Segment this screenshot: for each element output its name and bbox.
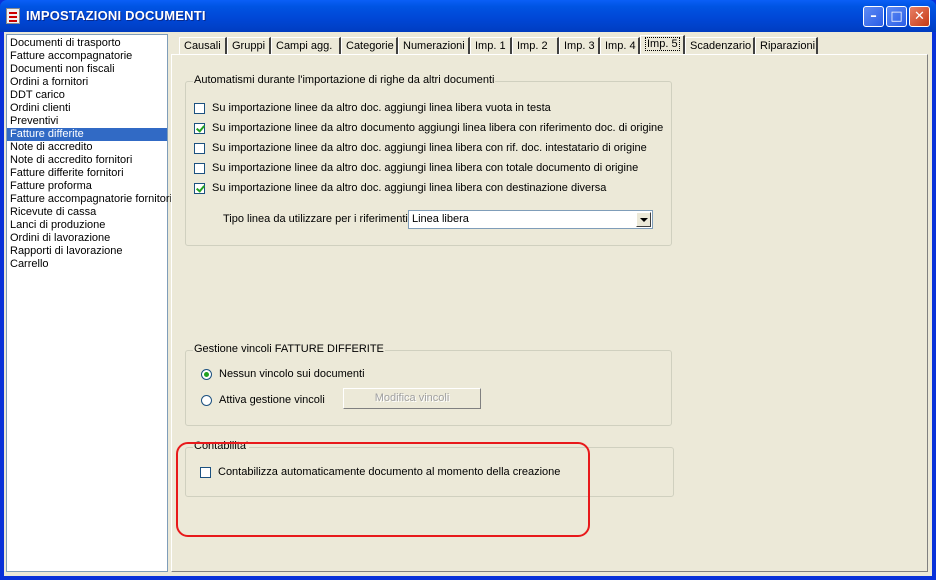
tab-label: Campi agg. (276, 40, 333, 52)
list-item[interactable]: Fatture differite (7, 128, 167, 141)
tab-label: Imp. 5 (645, 37, 680, 51)
list-item[interactable]: Note di accredito (7, 141, 167, 154)
tab-imp-1[interactable]: Imp. 1 (470, 37, 512, 54)
maximize-button[interactable]: □ (886, 6, 907, 27)
list-item[interactable]: Note di accredito fornitori (7, 154, 167, 167)
import-option-4[interactable]: Su importazione linee da altro doc. aggi… (194, 161, 638, 175)
document-type-list[interactable]: Documenti di trasporto Fatture accompagna… (6, 34, 172, 572)
tab-categorie[interactable]: Categorie (341, 37, 398, 54)
tab-label: Categorie (346, 40, 394, 52)
line-type-label: Tipo linea da utilizzare per i riferimen… (223, 213, 414, 225)
list-item[interactable]: Rapporti di lavorazione (7, 245, 167, 258)
list-item[interactable]: Ricevute di cassa (7, 206, 167, 219)
tab-page-imp5: Automatismi durante l'importazione di ri… (171, 54, 928, 572)
tab-riparazioni[interactable]: Riparazioni (755, 37, 818, 54)
tab-imp-2[interactable]: Imp. 2 (512, 37, 559, 54)
list-item[interactable]: Fatture accompagnatorie fornitori (7, 193, 172, 206)
list-item[interactable]: Fatture differite fornitori (7, 167, 167, 180)
tab-imp-3[interactable]: Imp. 3 (559, 37, 600, 54)
close-button[interactable]: ✕ (909, 6, 930, 27)
radio-no-constraints-label: Nessun vincolo sui documenti (219, 368, 365, 380)
tab-label: Scadenzario (690, 40, 752, 52)
tab-label: Causali (184, 40, 221, 52)
import-option-1[interactable]: Su importazione linee da altro doc. aggi… (194, 101, 551, 115)
tab-label: Imp. 3 (564, 40, 595, 52)
list-item[interactable]: Preventivi (7, 115, 167, 128)
tab-label: Imp. 1 (475, 40, 506, 52)
constraints-group: Gestione vincoli FATTURE DIFFERITE Nessu… (185, 343, 672, 426)
list-item[interactable]: Lanci di produzione (7, 219, 167, 232)
tab-label: Imp. 4 (605, 40, 636, 52)
list-item[interactable]: Ordini a fornitori (7, 76, 167, 89)
import-option-label: Su importazione linee da altro documento… (212, 122, 664, 134)
line-type-select[interactable]: Linea libera (408, 210, 653, 229)
import-option-checkbox[interactable] (194, 122, 205, 134)
list-item[interactable]: Ordini clienti (7, 102, 167, 115)
list-item[interactable]: Documenti di trasporto (7, 37, 167, 50)
app-icon (6, 8, 20, 24)
settings-pane: Causali Gruppi Campi agg. Categorie Numerazi… (171, 34, 928, 572)
list-item[interactable]: Fatture accompagnatorie (7, 50, 167, 63)
import-option-checkbox[interactable] (194, 102, 205, 114)
tab-campi-agg[interactable]: Campi agg. (271, 37, 341, 54)
radio-enable-constraints-label: Attiva gestione vincoli (219, 394, 325, 406)
settings-window: IMPOSTAZIONI DOCUMENTI – □ ✕ Documenti d… (0, 0, 936, 580)
tab-imp-5[interactable]: Imp. 5 (640, 35, 685, 54)
import-option-label: Su importazione linee da altro doc. aggi… (212, 102, 551, 114)
list-item[interactable]: DDT carico (7, 89, 167, 102)
import-option-checkbox[interactable] (194, 162, 205, 174)
tab-strip: Causali Gruppi Campi agg. Categorie Numerazi… (171, 34, 928, 54)
import-option-2[interactable]: Su importazione linee da altro documento… (194, 121, 663, 135)
import-option-3[interactable]: Su importazione linee da altro doc. aggi… (194, 141, 647, 155)
import-group-legend: Automatismi durante l'importazione di ri… (193, 74, 496, 86)
highlight-annotation (176, 442, 590, 537)
radio-enable-constraints[interactable]: Attiva gestione vincoli (201, 393, 325, 407)
import-option-label: Su importazione linee da altro doc. aggi… (212, 162, 639, 174)
tab-gruppi[interactable]: Gruppi (227, 37, 271, 54)
import-option-label: Su importazione linee da altro doc. aggi… (212, 182, 607, 194)
radio-no-constraints[interactable]: Nessun vincolo sui documenti (201, 367, 365, 381)
tab-label: Numerazioni (403, 40, 465, 52)
tab-scadenzario[interactable]: Scadenzario (685, 37, 755, 54)
import-option-5[interactable]: Su importazione linee da altro doc. aggi… (194, 181, 606, 195)
dropdown-arrow-icon[interactable] (636, 212, 651, 227)
list-item[interactable]: Fatture proforma (7, 180, 167, 193)
title-bar[interactable]: IMPOSTAZIONI DOCUMENTI – □ ✕ (0, 0, 936, 32)
window-title: IMPOSTAZIONI DOCUMENTI (26, 8, 206, 23)
radio-enable-constraints-indicator[interactable] (201, 394, 212, 406)
import-automation-group: Automatismi durante l'importazione di ri… (185, 74, 672, 246)
tab-label: Riparazioni (760, 40, 816, 52)
minimize-button[interactable]: – (863, 6, 884, 27)
list-item[interactable]: Ordini di lavorazione (7, 232, 167, 245)
tab-numerazioni[interactable]: Numerazioni (398, 37, 470, 54)
edit-constraints-button[interactable]: Modifica vincoli (343, 388, 481, 409)
list-item[interactable]: Carrello (7, 258, 167, 271)
import-option-label: Su importazione linee da altro doc. aggi… (212, 142, 647, 154)
window-client-area: Documenti di trasporto Fatture accompagna… (4, 32, 932, 576)
tab-label: Imp. 2 (517, 40, 548, 52)
list-item[interactable]: Documenti non fiscali (7, 63, 167, 76)
constraints-group-legend: Gestione vincoli FATTURE DIFFERITE (193, 343, 385, 355)
tab-label: Gruppi (232, 40, 266, 52)
import-option-checkbox[interactable] (194, 142, 205, 154)
import-option-checkbox[interactable] (194, 182, 205, 194)
tab-causali[interactable]: Causali (179, 37, 227, 54)
line-type-value: Linea libera (412, 213, 469, 225)
tab-imp-4[interactable]: Imp. 4 (600, 37, 640, 54)
radio-no-constraints-indicator[interactable] (201, 368, 212, 380)
